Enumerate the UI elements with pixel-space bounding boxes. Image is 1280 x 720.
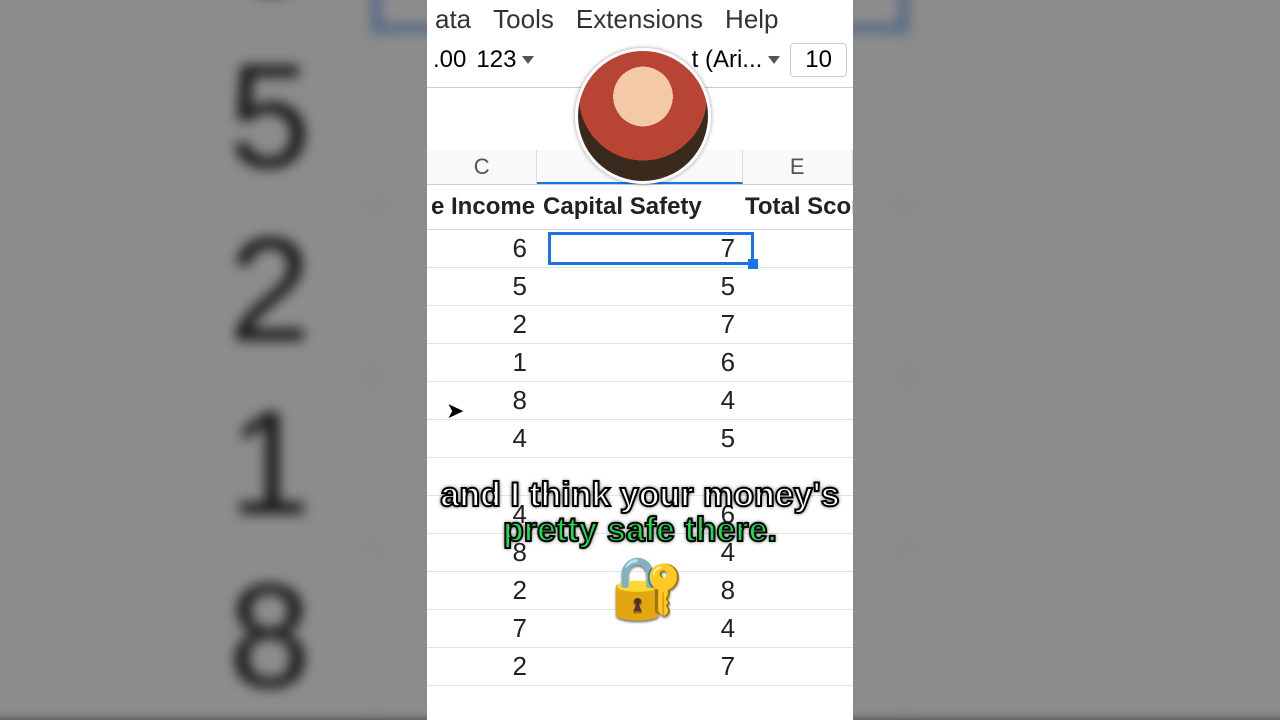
cell-income[interactable]: 1 bbox=[427, 347, 549, 378]
table-row[interactable]: 45 bbox=[427, 420, 853, 458]
table-row[interactable]: 55 bbox=[427, 268, 853, 306]
caption-line-2: pretty safe there. bbox=[0, 511, 1280, 550]
header-income: e Income bbox=[427, 185, 539, 229]
header-row: e Income Capital Safety Total Scor bbox=[427, 185, 853, 230]
format-123-button[interactable]: 123 bbox=[476, 46, 534, 74]
cell-income[interactable]: 4 bbox=[427, 423, 549, 454]
caption-line-1: and I think your money's bbox=[0, 476, 1280, 515]
cell-income[interactable]: 2 bbox=[427, 309, 549, 340]
menu-help[interactable]: Help bbox=[725, 4, 778, 35]
cell-income[interactable]: 2 bbox=[427, 651, 549, 682]
table-row[interactable]: 27 bbox=[427, 306, 853, 344]
table-row[interactable]: 16 bbox=[427, 344, 853, 382]
table-row[interactable]: 27 bbox=[427, 648, 853, 686]
cell-capital-safety[interactable]: 5 bbox=[549, 271, 753, 302]
col-letter-e[interactable]: E bbox=[743, 150, 853, 184]
menu-data[interactable]: ata bbox=[435, 4, 471, 35]
header-total-score: Total Scor bbox=[741, 185, 853, 229]
cell-capital-safety[interactable]: 6 bbox=[549, 347, 753, 378]
table-row[interactable]: 67 bbox=[427, 230, 853, 268]
cell-capital-safety[interactable]: 7 bbox=[549, 233, 753, 264]
cell-capital-safety[interactable]: 5 bbox=[549, 423, 753, 454]
table-row[interactable]: 84 bbox=[427, 382, 853, 420]
lock-icon: 🔐 bbox=[610, 552, 685, 623]
cell-income[interactable]: 5 bbox=[427, 271, 549, 302]
chevron-down-icon bbox=[768, 56, 780, 64]
font-size-input[interactable]: 10 bbox=[790, 43, 847, 77]
cell-capital-safety[interactable]: 7 bbox=[549, 309, 753, 340]
cell-capital-safety[interactable]: 7 bbox=[549, 651, 753, 682]
cell-income[interactable]: 6 bbox=[427, 233, 549, 264]
chevron-down-icon bbox=[522, 56, 534, 64]
presenter-avatar bbox=[575, 48, 711, 184]
cell-capital-safety[interactable]: 4 bbox=[549, 385, 753, 416]
header-capital-safety: Capital Safety bbox=[539, 185, 741, 229]
video-caption: and I think your money's pretty safe the… bbox=[0, 476, 1280, 550]
cell-income[interactable]: 2 bbox=[427, 575, 549, 606]
menu-bar: ata Tools Extensions Help bbox=[427, 0, 853, 41]
menu-tools[interactable]: Tools bbox=[493, 4, 554, 35]
font-select[interactable]: t (Ari... bbox=[692, 46, 781, 74]
cell-income[interactable]: 7 bbox=[427, 613, 549, 644]
decrease-decimal-button[interactable]: .00 bbox=[433, 46, 466, 74]
col-letter-c[interactable]: C bbox=[427, 150, 537, 184]
menu-extensions[interactable]: Extensions bbox=[576, 4, 703, 35]
cell-income[interactable]: 8 bbox=[427, 385, 549, 416]
